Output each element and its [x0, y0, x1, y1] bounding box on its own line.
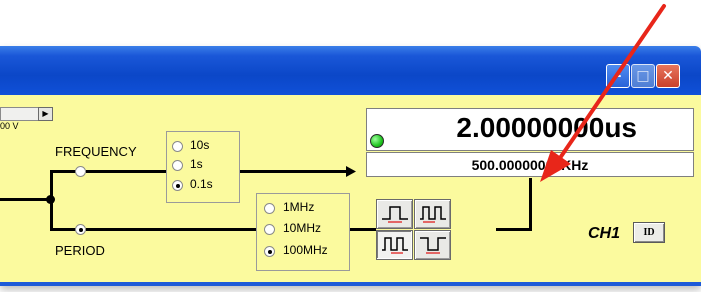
- period-radio[interactable]: [75, 224, 86, 235]
- wire-buttons-out: [496, 228, 532, 231]
- channel-label: CH1: [588, 225, 621, 242]
- positive-pulse-width-button[interactable]: [376, 199, 413, 229]
- minimize-icon: –: [614, 68, 622, 84]
- wire-gate-to-display: [240, 170, 346, 173]
- status-led-icon: [370, 134, 384, 148]
- close-icon: ✕: [662, 68, 674, 84]
- channel-id-button[interactable]: ID: [633, 222, 665, 243]
- secondary-readout-display: 500.00000000KHz: [366, 152, 694, 177]
- maximize-button[interactable]: □: [631, 64, 655, 88]
- period-falling-icon: [382, 237, 408, 254]
- secondary-readout-value: 500.00000000KHz: [471, 157, 589, 173]
- period-falling-button[interactable]: [376, 230, 413, 260]
- close-button[interactable]: ✕: [656, 64, 680, 88]
- scroll-right-button[interactable]: ▶: [38, 107, 53, 121]
- arrow-right-icon: ▶: [42, 109, 49, 118]
- gate-radio-1s[interactable]: [172, 160, 183, 171]
- wire-freq-right: [86, 170, 166, 173]
- period-rising-icon: [420, 206, 446, 223]
- wire-period-right: [86, 228, 256, 231]
- clock-radio-1mhz[interactable]: [264, 203, 275, 214]
- title-bar: – □ ✕: [0, 46, 701, 95]
- wire-input: [0, 198, 52, 201]
- wire-period-left: [50, 228, 76, 231]
- clock-option-100mhz: 100MHz: [283, 243, 328, 257]
- gate-option-0-1s: 0.1s: [190, 177, 213, 191]
- clock-option-10mhz: 10MHz: [283, 221, 322, 235]
- gate-radio-10s[interactable]: [172, 141, 183, 152]
- clock-radio-100mhz[interactable]: [264, 246, 275, 257]
- frequency-label: FREQUENCY: [55, 144, 137, 159]
- bottom-border: [0, 282, 701, 286]
- frequency-radio[interactable]: [75, 166, 86, 177]
- wire-node: [46, 195, 55, 204]
- main-readout-display: 2.00000000us: [366, 108, 694, 151]
- gate-option-10s: 10s: [190, 138, 210, 152]
- wire-up-to-display: [529, 178, 532, 231]
- negative-pulse-width-button[interactable]: [414, 230, 451, 260]
- period-label: PERIOD: [55, 243, 105, 258]
- gate-radio-0-1s[interactable]: [172, 180, 183, 191]
- clock-option-1mhz: 1MHz: [283, 200, 315, 214]
- positive-pulse-icon: [382, 206, 408, 223]
- wire-freq-left: [50, 170, 76, 173]
- period-rising-button[interactable]: [414, 199, 451, 229]
- minimize-button[interactable]: –: [606, 64, 630, 88]
- wire-clock-to-buttons: [350, 228, 376, 231]
- clock-radio-10mhz[interactable]: [264, 224, 275, 235]
- main-readout-value: 2.00000000us: [456, 112, 637, 143]
- gate-option-1s: 1s: [190, 157, 203, 171]
- maximize-icon: □: [636, 68, 650, 84]
- voltage-readout: 00 V: [0, 121, 19, 131]
- negative-pulse-icon: [420, 237, 446, 254]
